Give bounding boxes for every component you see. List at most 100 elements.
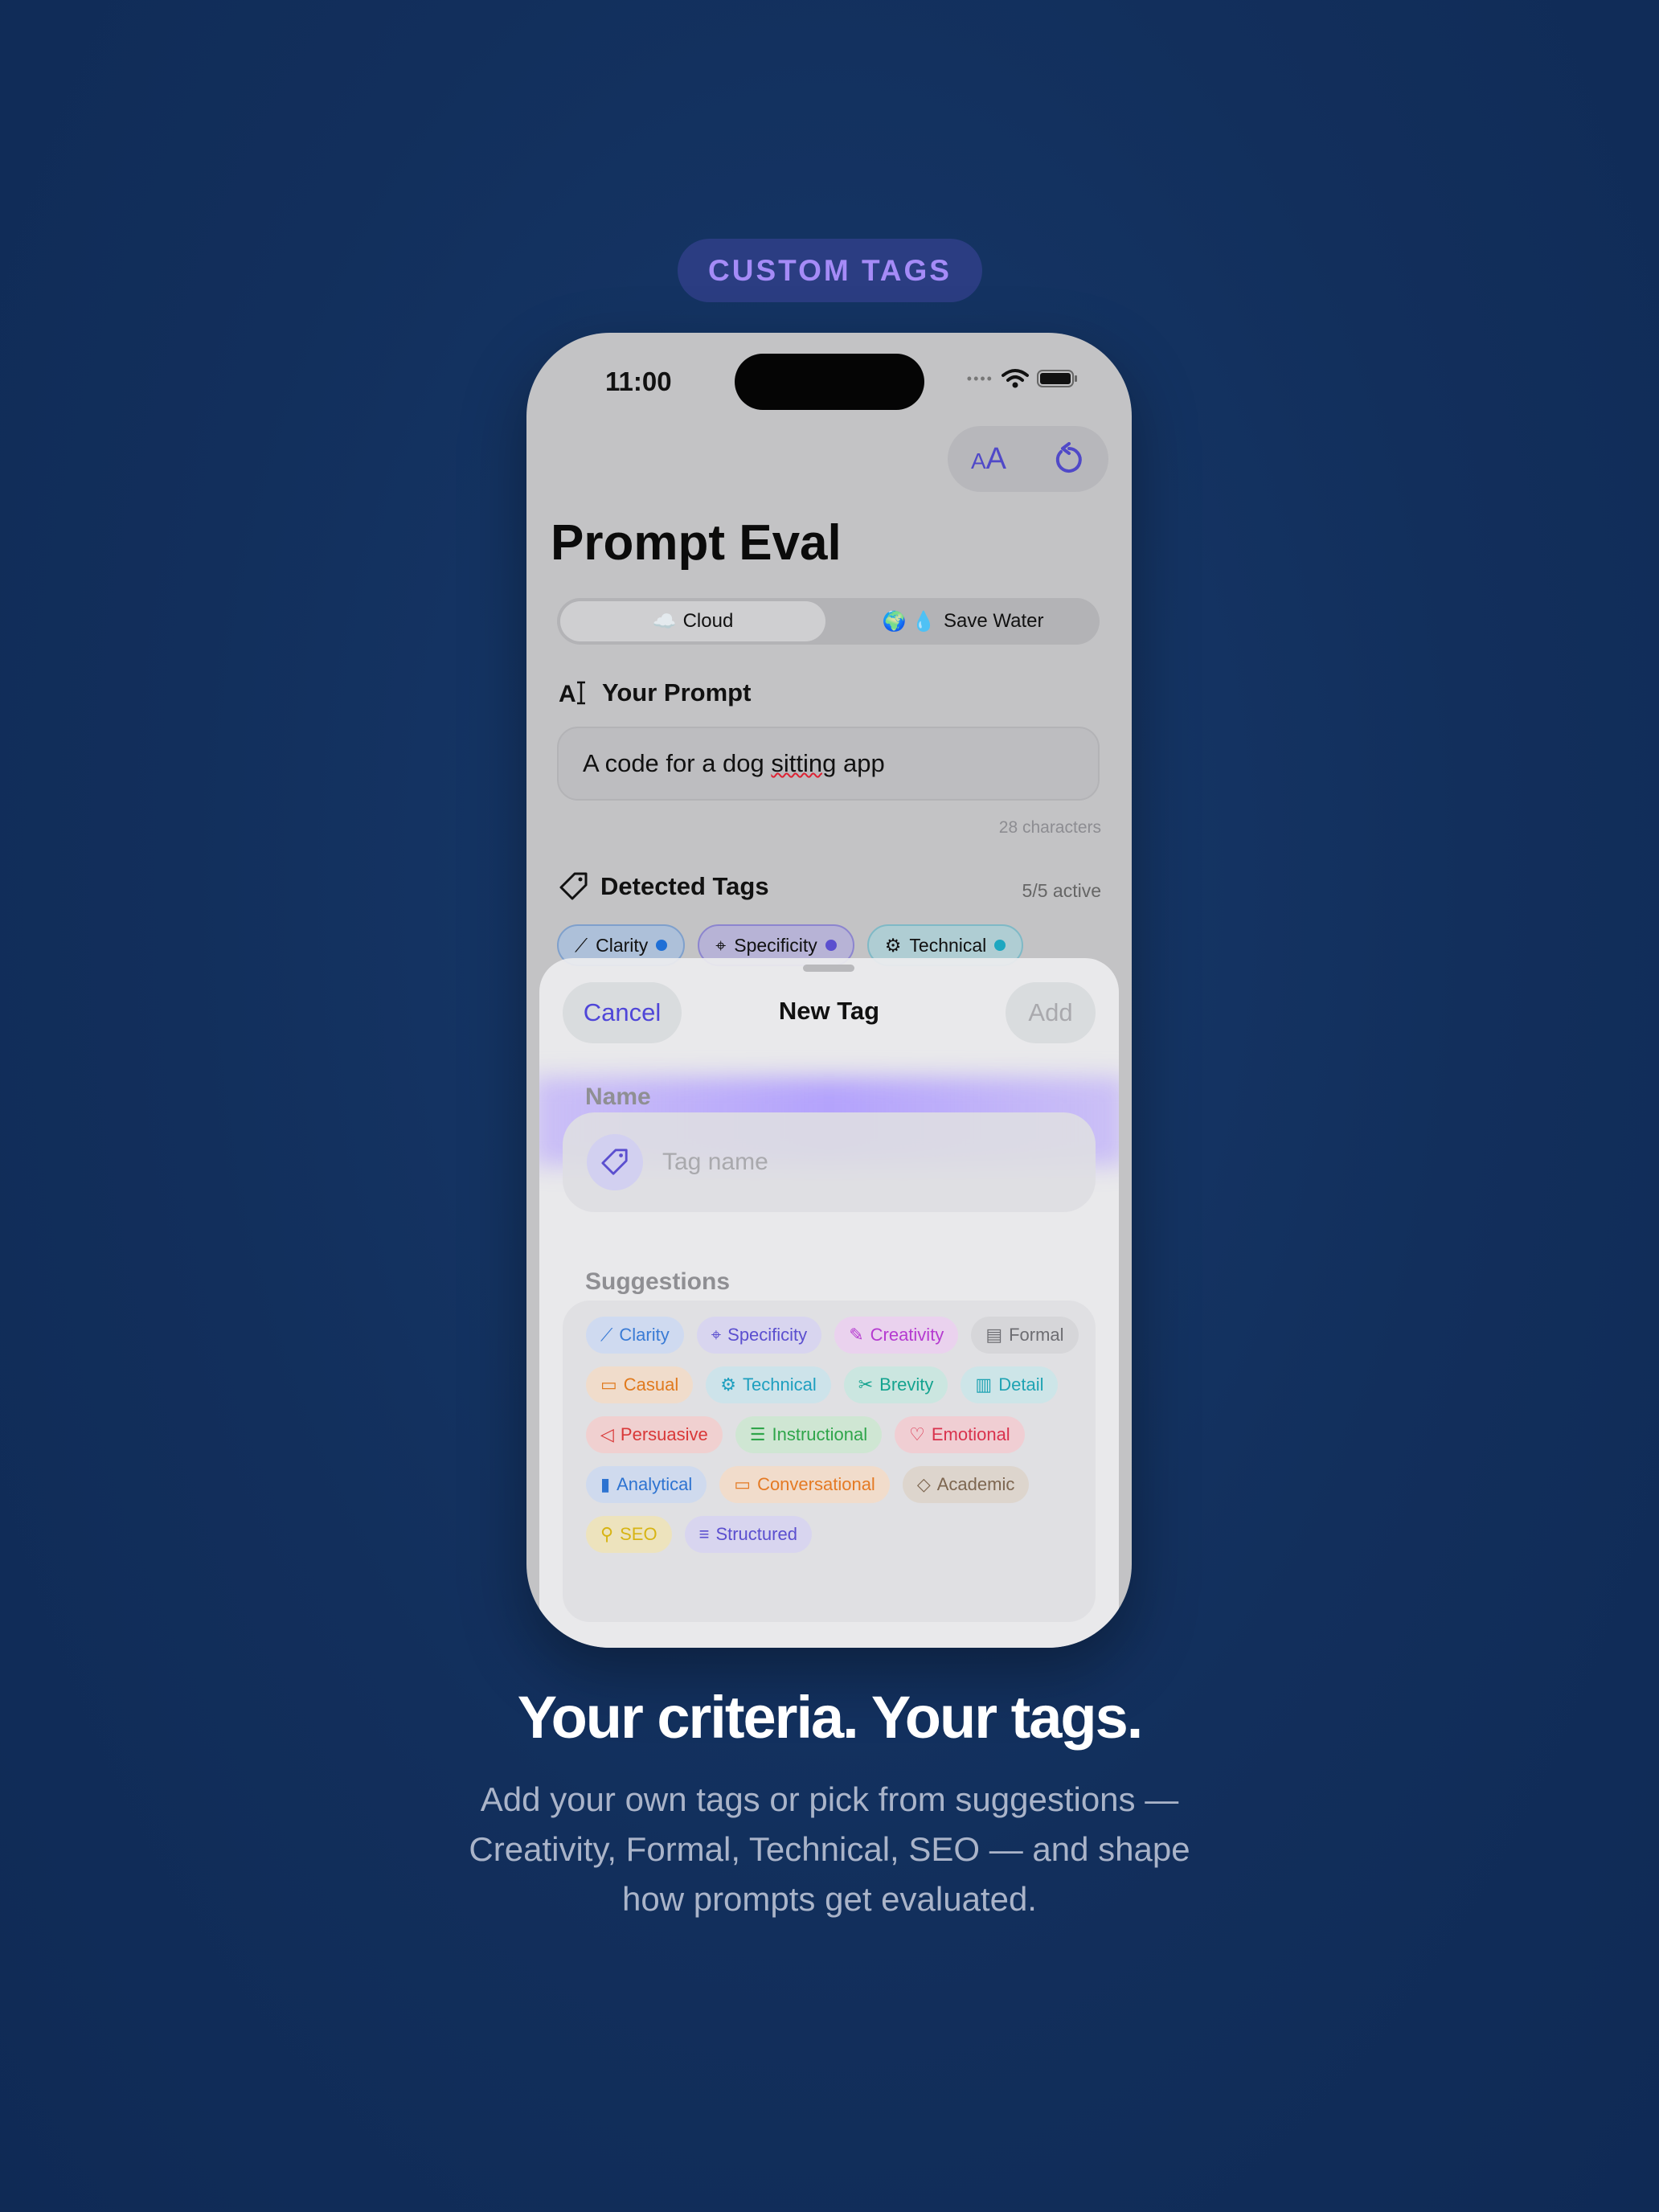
megaphone-icon: ◁ [600, 1424, 614, 1444]
detected-tag-label: Technical [909, 934, 987, 956]
bars-icon: ▮ [600, 1474, 611, 1494]
status-icons: •••• [967, 368, 1079, 389]
new-tag-sheet: Cancel New Tag Add Name Tag name Suggest… [539, 958, 1119, 1648]
suggestion-chip-label: Technical [743, 1374, 817, 1395]
chat-icon: ▭ [600, 1374, 617, 1395]
suggestion-chip-label: Instructional [772, 1424, 868, 1444]
bubbles-icon: ▭ [734, 1474, 752, 1494]
suggestion-chip-label: Conversational [757, 1474, 875, 1494]
suggestion-chip-label: Emotional [931, 1424, 1010, 1444]
heart-icon: ♡ [909, 1424, 925, 1444]
suggestions-label: Suggestions [585, 1268, 731, 1295]
suggestion-chip-technical[interactable]: ⚙ Technical [706, 1366, 831, 1403]
prompt-input[interactable]: A code for a dog sitting app [557, 727, 1100, 801]
cloud-icon: ☁️ [652, 610, 677, 633]
suggestion-chip-label: Academic [936, 1474, 1015, 1494]
suggestion-chip-label: SEO [620, 1524, 657, 1544]
add-button[interactable]: Add [1006, 982, 1096, 1043]
detected-tag-label: Specificity [734, 934, 817, 956]
suggestion-chip-brevity[interactable]: ✂ Brevity [843, 1366, 948, 1403]
prompt-text: app [836, 749, 885, 777]
brush-icon: ✎ [849, 1325, 864, 1345]
wand-icon: ⟋ [600, 1325, 613, 1345]
list-icon: ☰ [749, 1424, 766, 1444]
suggestion-chip-label: Clarity [619, 1325, 670, 1345]
mode-option-save-water[interactable]: 🌍 💧 Save Water [830, 601, 1096, 641]
sheet-grabber[interactable] [803, 965, 854, 972]
graduation-cap-icon: ◇ [916, 1474, 931, 1494]
subtext: Add your own tags or pick from suggestio… [469, 1780, 1190, 1918]
toolbar-pill: AA [948, 426, 1108, 492]
suggestion-chip-creativity[interactable]: ✎ Creativity [834, 1317, 959, 1354]
suggestion-chip-clarity[interactable]: ⟋ Clarity [586, 1317, 684, 1354]
detail-icon: ▥ [975, 1374, 993, 1395]
name-label: Name [585, 1083, 651, 1110]
suggestion-chip-formal[interactable]: ▤ Formal [971, 1317, 1079, 1354]
suggestion-chip-label: Structured [715, 1524, 797, 1544]
suggestion-chip-persuasive[interactable]: ◁ Persuasive [586, 1416, 723, 1453]
headline: Your criteria. Your tags. [517, 1684, 1144, 1751]
document-icon: ▤ [985, 1325, 1003, 1345]
magnifier-icon: ⚲ [600, 1524, 614, 1544]
status-dot [994, 940, 1006, 951]
suggestion-chip-label: Casual [623, 1374, 679, 1395]
tag-icon [559, 872, 588, 900]
reset-icon[interactable] [1053, 442, 1085, 476]
mode-option-cloud[interactable]: ☁️ Cloud [560, 601, 825, 641]
text-size-icon[interactable]: AA [971, 442, 1006, 477]
scissors-icon: ✂ [858, 1374, 874, 1395]
suggestion-chip-academic[interactable]: ◇ Academic [902, 1466, 1030, 1503]
suggestion-chip-seo[interactable]: ⚲ SEO [586, 1516, 672, 1553]
suggestion-chip-label: Detail [998, 1374, 1044, 1395]
signal-icon: •••• [966, 370, 993, 387]
suggestion-chip-casual[interactable]: ▭ Casual [586, 1366, 694, 1403]
char-count: 28 characters [998, 818, 1101, 837]
active-count: 5/5 active [1022, 880, 1101, 901]
suggestion-chip-instructional[interactable]: ☰ Instructional [735, 1416, 883, 1453]
status-dot [656, 940, 668, 951]
tag-icon [587, 1134, 643, 1190]
gear-icon: ⚙ [884, 934, 902, 956]
suggestion-chips: ⟋ Clarity ⌖ Specificity ✎ Creativity ▤ Formal ▭ C… [586, 1317, 1084, 1553]
suggestion-chip-conversational[interactable]: ▭ Conversational [719, 1466, 890, 1503]
suggestion-chip-analytical[interactable]: ▮ Analytical [586, 1466, 707, 1503]
battery-icon [1037, 370, 1077, 387]
suggestion-chip-label: Brevity [879, 1374, 934, 1395]
suggestion-chip-label: Formal [1009, 1325, 1064, 1345]
feature-badge: CUSTOM TAGS [678, 239, 982, 302]
suggestion-chip-label: Analytical [616, 1474, 693, 1494]
dynamic-island [735, 354, 924, 410]
wand-icon: ⟋ [575, 934, 588, 956]
suggestion-chip-label: Persuasive [620, 1424, 708, 1444]
suggestion-chip-detail[interactable]: ▥ Detail [961, 1366, 1059, 1403]
earth-water-icon: 🌍 💧 [882, 610, 936, 633]
mode-option-label: Save Water [943, 610, 1044, 632]
suggestion-chip-specificity[interactable]: ⌖ Specificity [696, 1317, 822, 1354]
outline-icon: ≡ [698, 1524, 710, 1544]
detected-tags-label: Detected Tags [600, 872, 769, 900]
crosshair-icon: ⌖ [715, 934, 727, 956]
suggestions-box: ⟋ Clarity ⌖ Specificity ✎ Creativity ▤ Formal ▭ C… [563, 1301, 1096, 1622]
status-dot [825, 940, 837, 951]
suggestion-chip-label: Specificity [727, 1325, 808, 1345]
mode-option-label: Cloud [682, 610, 734, 632]
mode-toggle: ☁️ Cloud 🌍 💧 Save Water [557, 598, 1100, 645]
prompt-heading: A Your Prompt [559, 678, 751, 707]
prompt-heading-label: Your Prompt [602, 678, 752, 707]
misspelled-word: sitting [771, 749, 837, 777]
page-title: Prompt Eval [551, 515, 842, 571]
svg-text:A: A [559, 681, 576, 707]
status-time: 11:00 [605, 367, 672, 396]
detected-tags-heading: Detected Tags [559, 871, 769, 902]
wifi-icon [1002, 369, 1029, 388]
suggestion-chip-structured[interactable]: ≡ Structured [684, 1516, 812, 1553]
suggestion-chip-emotional[interactable]: ♡ Emotional [895, 1416, 1025, 1453]
tag-name-field[interactable]: Tag name [563, 1112, 1096, 1212]
prompt-text: A code for a dog [583, 749, 772, 777]
phone-frame: 11:00 •••• AA Prompt Eval ☁️ Cloud 🌍 💧 S… [526, 333, 1132, 1648]
crosshair-icon: ⌖ [711, 1325, 722, 1345]
gear-icon: ⚙ [720, 1374, 737, 1395]
tag-name-placeholder: Tag name [662, 1149, 768, 1175]
text-cursor-icon: A [559, 681, 585, 707]
suggestion-chip-label: Creativity [870, 1325, 944, 1345]
